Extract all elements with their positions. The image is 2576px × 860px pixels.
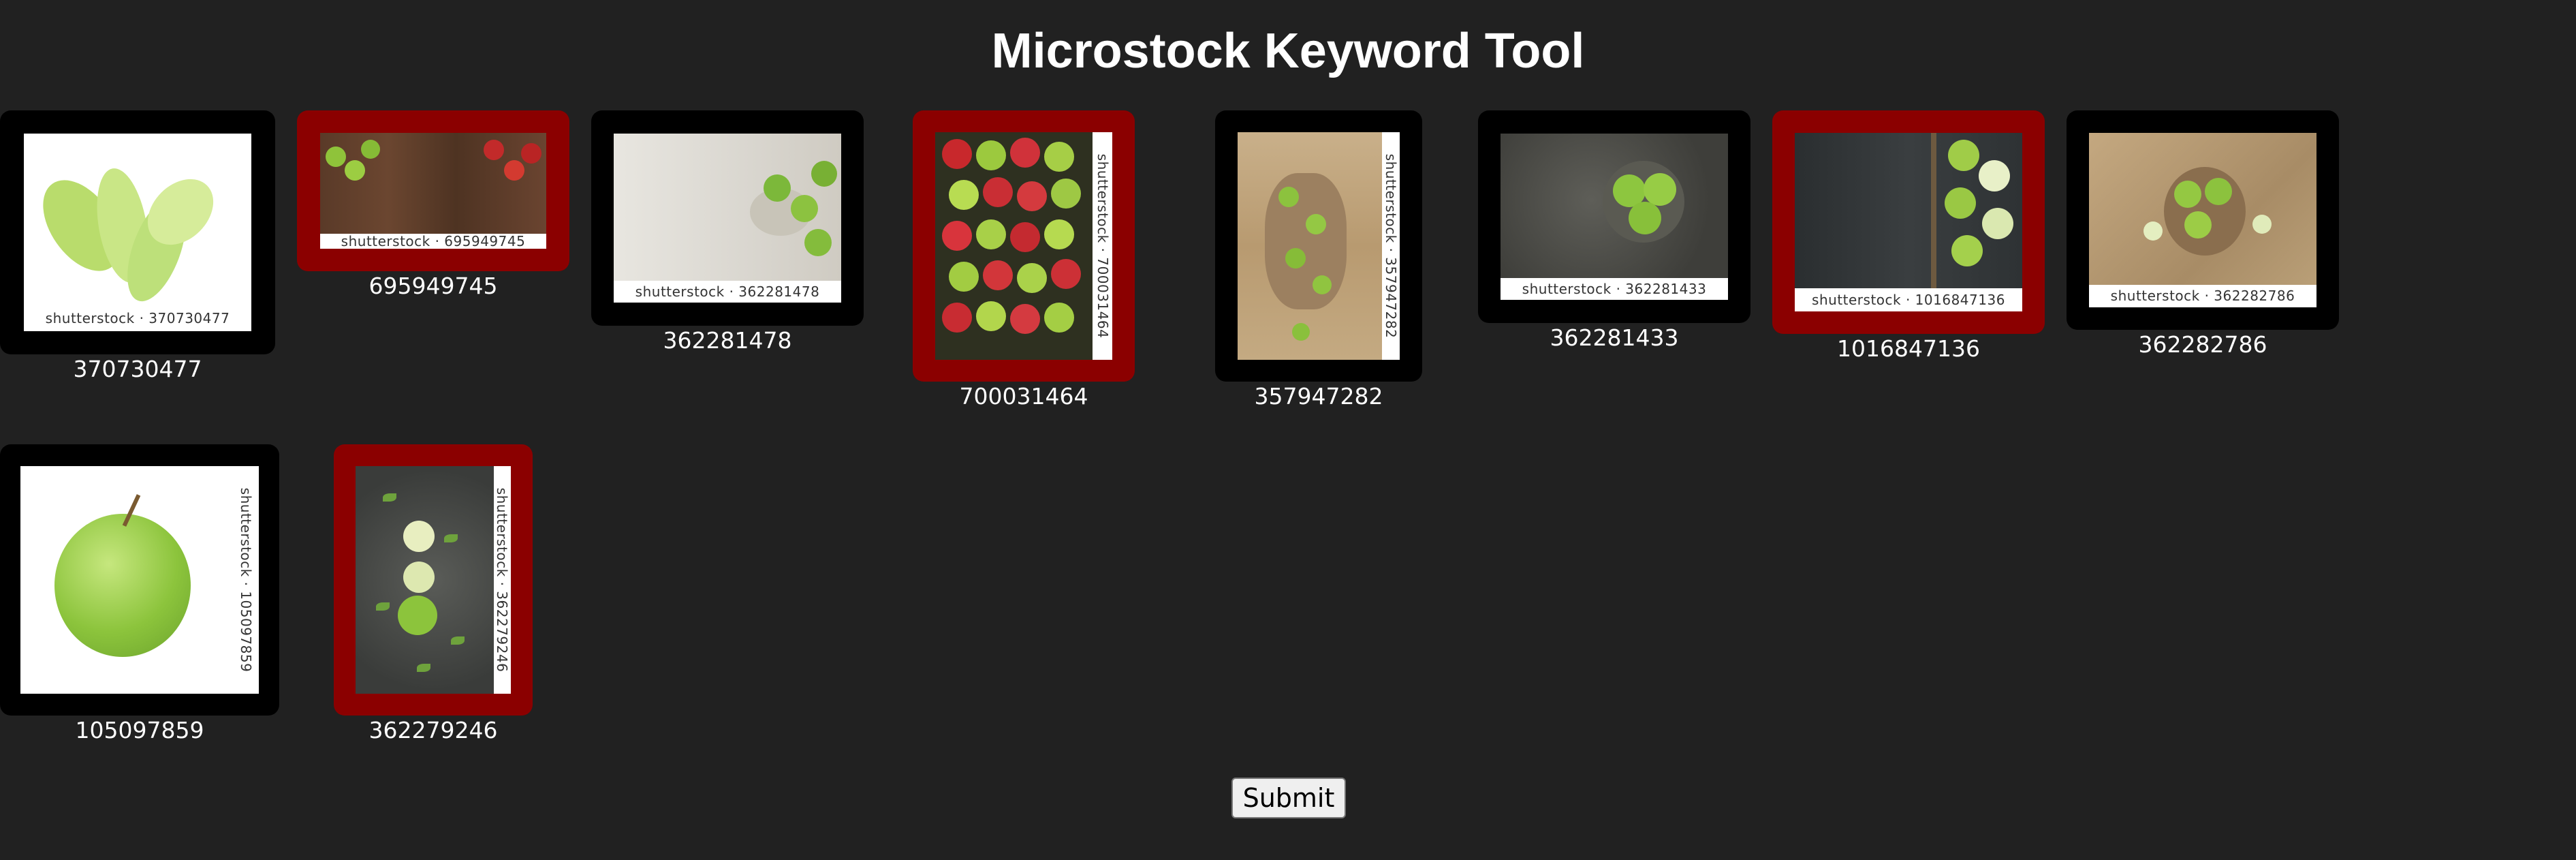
image-id-label: 362281478 <box>663 327 792 354</box>
image-id-label: 357947282 <box>1254 383 1383 410</box>
image-id-label: 1016847136 <box>1837 335 1980 362</box>
thumbnail-image[interactable]: shutterstock · 362282786 <box>2089 133 2316 307</box>
image-id-label: 695949745 <box>368 273 498 299</box>
image-id-label: 362281433 <box>1550 324 1679 351</box>
image-id-label: 362279246 <box>368 717 498 743</box>
image-frame[interactable]: shutterstock · 362282786 <box>2067 110 2339 330</box>
image-id-label: 105097859 <box>75 717 204 743</box>
image-frame[interactable]: shutterstock · 370730477 <box>0 110 275 354</box>
submit-button[interactable]: Submit <box>1231 778 1346 818</box>
watermark: shutterstock · 362279246 <box>493 466 511 694</box>
image-frame[interactable]: shutterstock · 700031464 <box>913 110 1135 382</box>
thumbnail-image[interactable]: shutterstock · 105097859 <box>20 466 259 694</box>
image-card[interactable]: shutterstock · 362279246 362279246 <box>334 444 533 744</box>
thumbnail-image[interactable]: shutterstock · 370730477 <box>24 134 251 331</box>
watermark: shutterstock · 700031464 <box>1093 132 1112 360</box>
watermark: shutterstock · 362281433 <box>1501 278 1728 300</box>
image-card[interactable]: shutterstock · 370730477 370730477 <box>0 110 275 383</box>
image-id-label: 700031464 <box>959 383 1088 410</box>
thumbnail-image[interactable]: shutterstock · 362279246 <box>356 466 511 694</box>
watermark: shutterstock · 362281478 <box>614 280 841 303</box>
image-card[interactable]: shutterstock · 1016847136 1016847136 <box>1772 110 2045 363</box>
thumbnail-image[interactable]: shutterstock · 695949745 <box>320 133 546 249</box>
thumbnail-image[interactable]: shutterstock · 357947282 <box>1238 132 1400 360</box>
image-id-label: 362282786 <box>2138 331 2267 358</box>
image-frame[interactable]: shutterstock · 105097859 <box>0 444 279 716</box>
image-frame[interactable]: shutterstock · 362279246 <box>334 444 533 716</box>
watermark: shutterstock · 357947282 <box>1381 132 1400 360</box>
image-frame[interactable]: shutterstock · 362281478 <box>591 110 864 326</box>
thumbnail-image[interactable]: shutterstock · 1016847136 <box>1795 133 2022 311</box>
image-frame[interactable]: shutterstock · 1016847136 <box>1772 110 2045 334</box>
image-frame[interactable]: shutterstock · 357947282 <box>1215 110 1422 382</box>
watermark: shutterstock · 362282786 <box>2089 284 2316 307</box>
thumbnail-image[interactable]: shutterstock · 362281433 <box>1501 134 1728 300</box>
image-card[interactable]: shutterstock · 357947282 357947282 <box>1215 110 1422 410</box>
image-card[interactable]: shutterstock · 695949745 695949745 <box>297 110 569 300</box>
image-card[interactable]: shutterstock · 362281433 362281433 <box>1478 110 1750 352</box>
watermark: shutterstock · 370730477 <box>45 310 230 327</box>
image-card[interactable]: shutterstock · 362282786 362282786 <box>2067 110 2339 358</box>
page-title: Microstock Keyword Tool <box>991 24 1585 78</box>
thumbnail-image[interactable]: shutterstock · 362281478 <box>614 134 841 303</box>
watermark: shutterstock · 695949745 <box>320 233 546 249</box>
watermark: shutterstock · 1016847136 <box>1795 288 2022 311</box>
thumbnail-image[interactable]: shutterstock · 700031464 <box>935 132 1112 360</box>
image-frame[interactable]: shutterstock · 695949745 <box>297 110 569 271</box>
image-card[interactable]: shutterstock · 700031464 700031464 <box>913 110 1135 410</box>
image-card[interactable]: shutterstock · 105097859 105097859 <box>0 444 279 744</box>
image-frame[interactable]: shutterstock · 362281433 <box>1478 110 1750 323</box>
image-id-label: 370730477 <box>73 356 202 382</box>
image-card[interactable]: shutterstock · 362281478 362281478 <box>591 110 864 354</box>
watermark: shutterstock · 105097859 <box>232 466 259 694</box>
